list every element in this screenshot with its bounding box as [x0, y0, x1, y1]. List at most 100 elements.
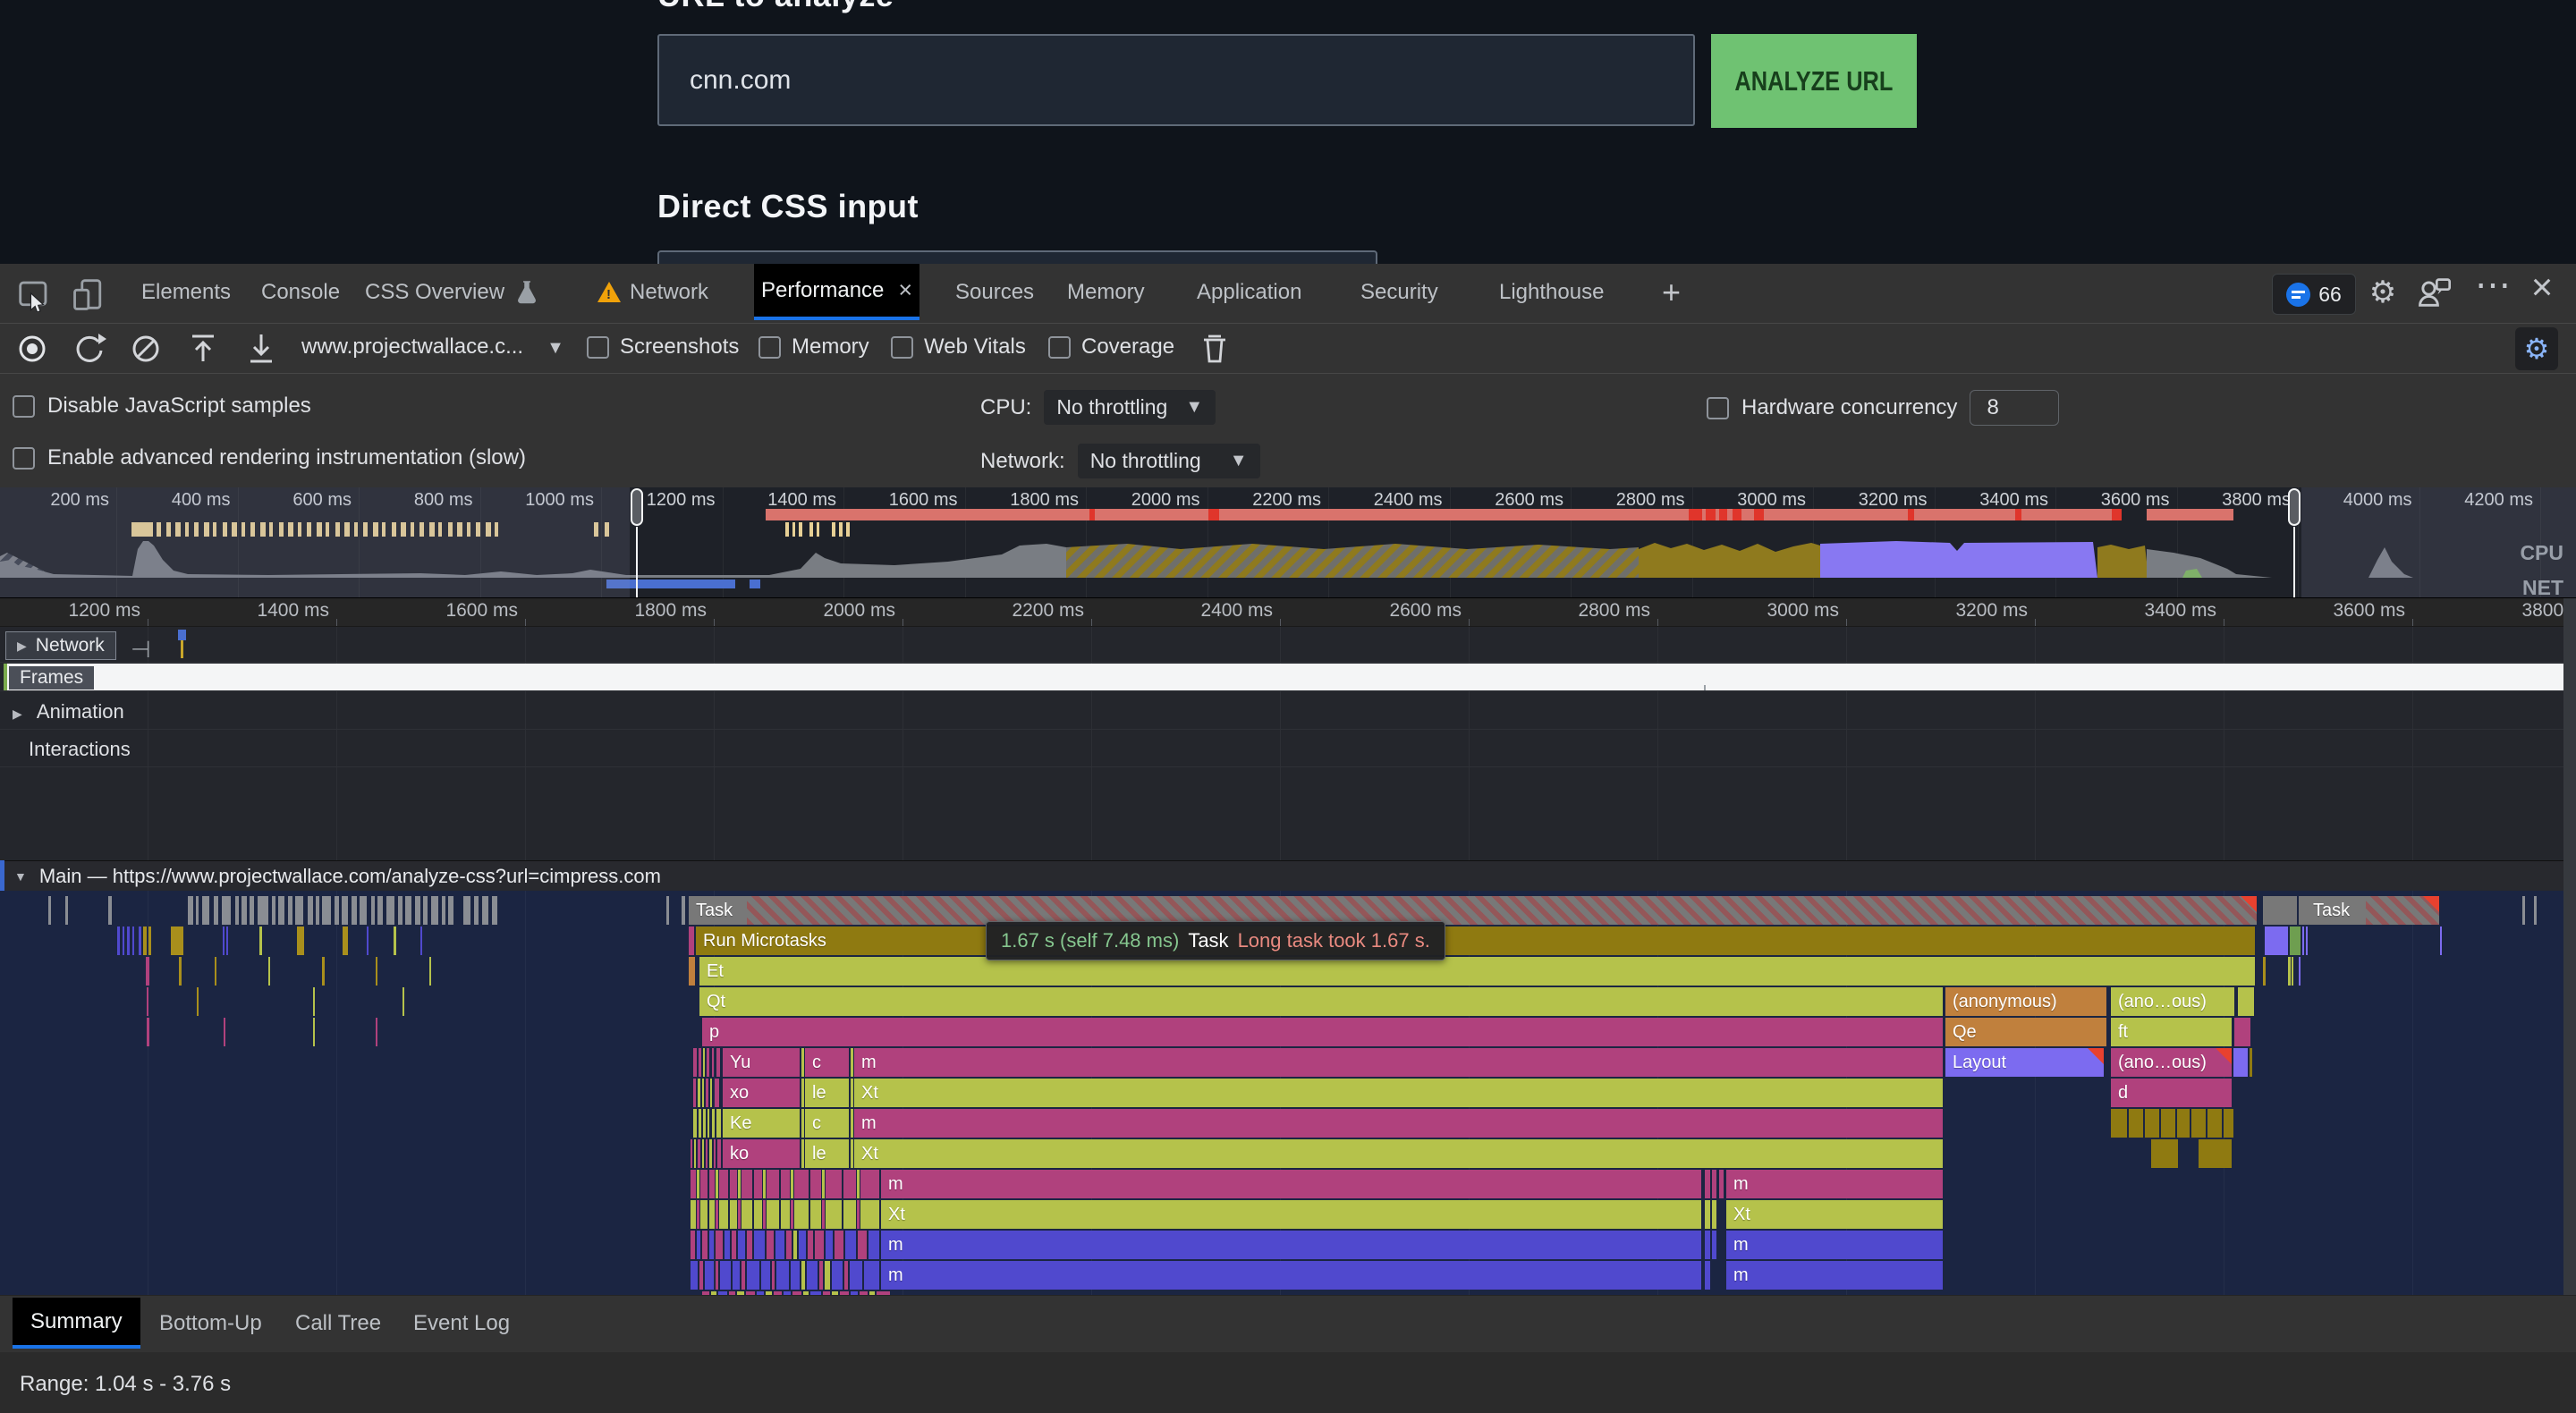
- flame-bar[interactable]: [767, 1231, 774, 1259]
- flame-bar-yu[interactable]: Yu: [723, 1048, 800, 1077]
- flame-bar[interactable]: [2224, 1109, 2233, 1138]
- flame-bar[interactable]: [801, 1079, 804, 1107]
- profile-select[interactable]: www.projectwallace.c...▼: [301, 334, 564, 360]
- flame-bar[interactable]: [754, 1170, 762, 1198]
- flame-bar[interactable]: [747, 1261, 759, 1290]
- flame-bar[interactable]: [860, 1170, 879, 1198]
- flame-bar[interactable]: [2111, 1109, 2127, 1138]
- flame-bar[interactable]: [844, 1261, 848, 1290]
- advanced-rendering-row[interactable]: Enable advanced rendering instrumentatio…: [13, 445, 526, 470]
- flame-bar[interactable]: [691, 1170, 696, 1198]
- flame-bar[interactable]: [709, 1139, 712, 1168]
- flame-bar[interactable]: [763, 1200, 766, 1229]
- flame-bar[interactable]: [793, 1231, 797, 1259]
- flame-bar[interactable]: [666, 896, 669, 925]
- flame-bar[interactable]: [767, 1200, 779, 1229]
- flame-bar[interactable]: [776, 1261, 789, 1290]
- clear-icon[interactable]: [128, 331, 164, 367]
- flame-bar[interactable]: [716, 1200, 718, 1229]
- flame-bar[interactable]: [703, 1048, 705, 1077]
- expand-arrow-icon[interactable]: ▶: [13, 706, 22, 721]
- flame-bar-xo[interactable]: xo: [723, 1079, 800, 1107]
- flame-bar[interactable]: [146, 957, 149, 986]
- flame-bar[interactable]: [858, 1231, 867, 1259]
- flame-bar[interactable]: [860, 1200, 879, 1229]
- flame-bar-m[interactable]: m: [1726, 1261, 1943, 1290]
- flame-bar[interactable]: [492, 896, 497, 925]
- flame-bar[interactable]: [224, 1018, 225, 1046]
- hardware-concurrency-input[interactable]: [1970, 390, 2059, 426]
- flame-bar[interactable]: [2299, 957, 2301, 986]
- flame-bar[interactable]: [781, 1200, 790, 1229]
- flame-bar-c[interactable]: c: [805, 1109, 849, 1138]
- flame-bar[interactable]: [706, 1079, 708, 1107]
- flame-bar[interactable]: [801, 1109, 804, 1138]
- flame-bar[interactable]: [857, 1200, 860, 1229]
- flame-bar[interactable]: [108, 896, 112, 925]
- flame-bar-run-microtasks[interactable]: Run Microtasks: [696, 926, 2255, 955]
- tab-console[interactable]: Console: [254, 264, 347, 320]
- flame-bar[interactable]: [801, 1261, 805, 1290]
- flame-bar[interactable]: [297, 926, 304, 955]
- flame-bar[interactable]: [2522, 896, 2525, 925]
- flame-bar[interactable]: [65, 896, 68, 925]
- flame-bar[interactable]: [442, 896, 445, 925]
- flame-bar[interactable]: [710, 1079, 712, 1107]
- flame-bar[interactable]: [1705, 1170, 1710, 1198]
- flame-bar[interactable]: [808, 1231, 813, 1259]
- flame-bar[interactable]: [851, 1079, 853, 1107]
- flame-bar[interactable]: [732, 1231, 736, 1259]
- flame-bar[interactable]: [482, 896, 488, 925]
- flame-bar[interactable]: [2292, 957, 2293, 986]
- flame-bar[interactable]: [815, 1231, 824, 1259]
- flame-bar[interactable]: [2191, 1109, 2206, 1138]
- flame-bar[interactable]: [196, 896, 199, 925]
- disable-js-samples-row[interactable]: Disable JavaScript samples: [13, 393, 311, 419]
- tab-sources[interactable]: Sources: [948, 264, 1041, 320]
- checkbox-screenshots[interactable]: Screenshots: [587, 334, 739, 360]
- flame-bar[interactable]: [730, 1200, 737, 1229]
- device-toolbar-icon[interactable]: [72, 276, 107, 312]
- flame-bar[interactable]: [706, 1139, 708, 1168]
- flame-bar[interactable]: [794, 1170, 809, 1198]
- flame-bar[interactable]: [693, 1109, 697, 1138]
- flame-bar[interactable]: [738, 1200, 741, 1229]
- collapse-arrow-icon[interactable]: ▼: [14, 869, 27, 884]
- flame-bar[interactable]: [226, 926, 228, 955]
- flame-bar[interactable]: [702, 1139, 704, 1168]
- flame-bar[interactable]: [857, 1170, 860, 1198]
- flame-bar[interactable]: [694, 1139, 696, 1168]
- flame-bar[interactable]: [720, 1261, 731, 1290]
- window-grip-left[interactable]: [631, 488, 643, 526]
- flame-bar[interactable]: [826, 1231, 833, 1259]
- flame-bar[interactable]: [691, 1200, 696, 1229]
- flame-bar[interactable]: [352, 896, 357, 925]
- flame-bar[interactable]: [147, 1018, 149, 1046]
- close-devtools-icon[interactable]: ×: [2522, 267, 2562, 307]
- flame-bar[interactable]: [707, 1048, 709, 1077]
- coverage-checkbox[interactable]: [1048, 336, 1071, 359]
- flame-bar[interactable]: [832, 1261, 843, 1290]
- flame-bar[interactable]: [697, 1231, 700, 1259]
- flame-bar[interactable]: [822, 1170, 825, 1198]
- flame-bar[interactable]: [702, 1231, 708, 1259]
- flame-bar[interactable]: [791, 1200, 793, 1229]
- flame-bar[interactable]: [761, 1261, 770, 1290]
- flame-bar[interactable]: [2302, 926, 2304, 955]
- flame-bar[interactable]: [826, 1200, 842, 1229]
- flame-bar[interactable]: [716, 1261, 718, 1290]
- flame-bar[interactable]: [747, 1231, 752, 1259]
- flame-bar[interactable]: [1705, 1231, 1710, 1259]
- track-interactions[interactable]: Interactions: [29, 738, 131, 761]
- flame-bar[interactable]: [716, 1109, 721, 1138]
- flame-bar[interactable]: [463, 896, 470, 925]
- frames-band[interactable]: [7, 664, 2576, 690]
- flame-bar[interactable]: [132, 926, 134, 955]
- flame-bar[interactable]: [371, 896, 375, 925]
- flame-bar[interactable]: [367, 926, 369, 955]
- analyze-url-button[interactable]: ANALYZE URL: [1711, 34, 1917, 128]
- flame-bar[interactable]: [2177, 1109, 2190, 1138]
- tab-memory[interactable]: Memory: [1060, 264, 1152, 320]
- flame-bar[interactable]: [807, 1261, 818, 1290]
- flame-bar-ft[interactable]: ft: [2111, 1018, 2232, 1046]
